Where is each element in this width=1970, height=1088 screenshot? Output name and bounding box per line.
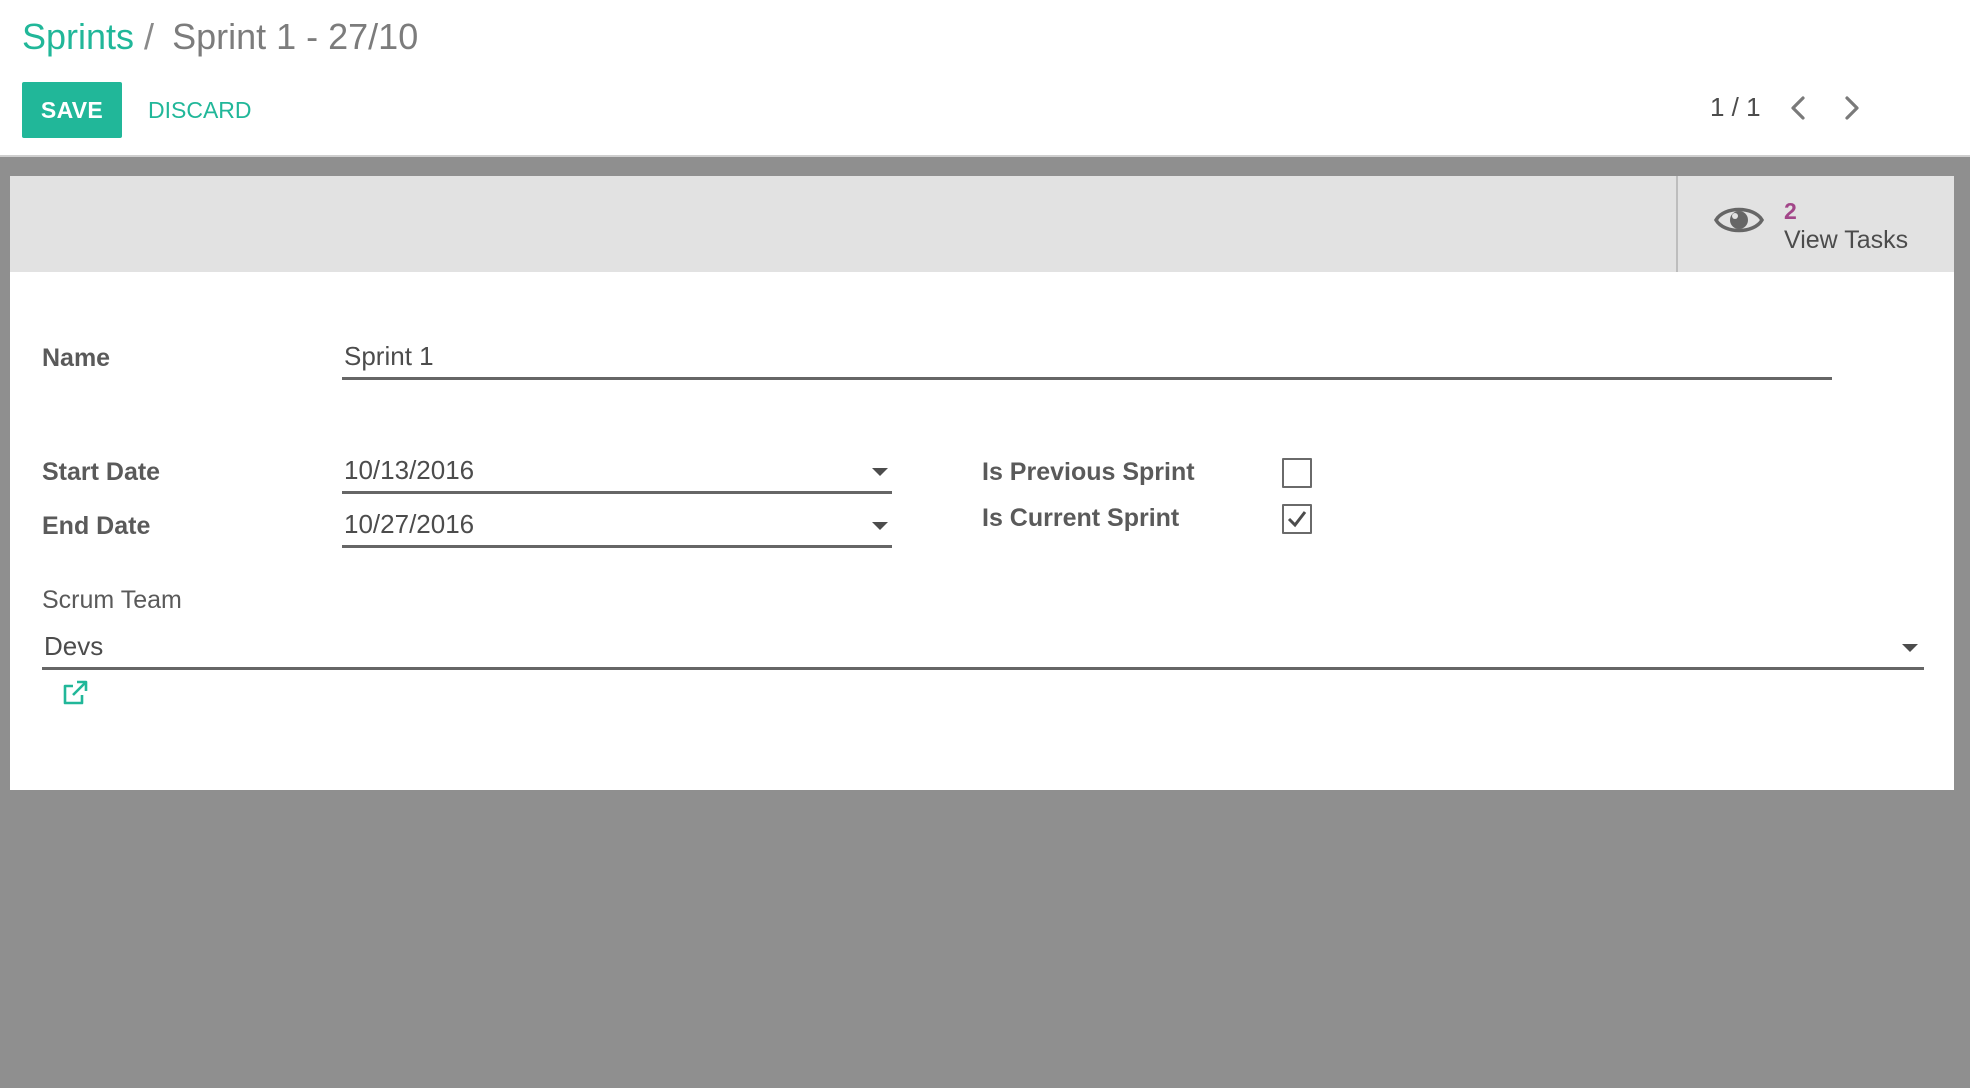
scrum-team-input[interactable]: Devs [42,626,1924,670]
is-current-sprint-label: Is Current Sprint [982,504,1180,532]
external-link-icon[interactable] [60,678,90,708]
is-current-sprint-checkbox[interactable] [1282,504,1312,534]
checkmark-icon [1287,511,1307,528]
chevron-left-icon [1791,96,1805,120]
end-date-dropdown-caret-icon[interactable] [872,522,888,530]
form-sheet: 2 View Tasks Name Sprint 1 Start Date 10… [10,176,1954,790]
scrum-team-dropdown-caret-icon[interactable] [1902,644,1918,652]
view-tasks-label: View Tasks [1784,226,1909,254]
breadcrumb-separator: / [144,16,155,57]
eye-icon [1714,207,1764,233]
name-value: Sprint 1 [344,341,434,371]
end-date-value: 10/27/2016 [344,509,475,539]
task-count: 2 [1784,198,1797,224]
name-label: Name [42,344,111,372]
breadcrumb: Sprints / Sprint 1 - 27/10 [22,14,418,60]
start-date-input[interactable]: 10/13/2016 [342,450,892,494]
discard-button[interactable]: DISCARD [140,82,260,138]
end-date-input[interactable]: 10/27/2016 [342,504,892,548]
chevron-right-icon [1845,96,1859,120]
end-date-label: End Date [42,512,151,540]
is-previous-sprint-label: Is Previous Sprint [982,458,1195,486]
is-previous-sprint-checkbox[interactable] [1282,458,1312,488]
start-date-label: Start Date [42,458,161,486]
pager: 1 / 1 [1710,86,1970,130]
scrum-team-value: Devs [44,631,104,661]
pager-value[interactable]: 1 / 1 [1710,92,1761,123]
start-date-value: 10/13/2016 [344,455,475,485]
button-box: 2 View Tasks [10,176,1954,272]
breadcrumb-sprints-link[interactable]: Sprints [22,16,134,58]
view-tasks-button[interactable]: 2 View Tasks [1676,176,1954,272]
start-date-dropdown-caret-icon[interactable] [872,468,888,476]
breadcrumb-current: Sprint 1 - 27/10 [172,16,419,57]
pager-next-button[interactable] [1832,88,1872,128]
pager-previous-button[interactable] [1778,88,1818,128]
name-input[interactable]: Sprint 1 [342,336,1832,380]
scrum-team-label: Scrum Team [42,586,182,614]
save-button[interactable]: SAVE [22,82,122,138]
control-panel: Sprints / Sprint 1 - 27/10 SAVE DISCARD … [0,0,1970,157]
